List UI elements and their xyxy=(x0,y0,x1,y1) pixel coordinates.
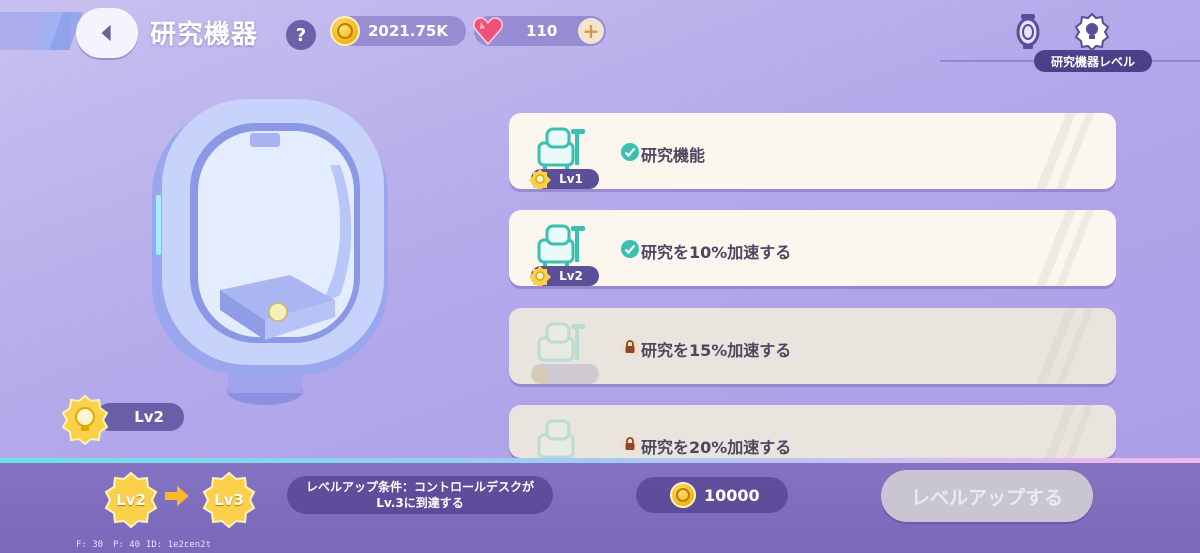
upgrade-text: 研究を10%加速する xyxy=(641,243,792,262)
card-stripe-deco xyxy=(1036,210,1094,286)
upgrade-card: Lv2 研究を10%加速する xyxy=(509,210,1116,286)
bulb-gear-icon xyxy=(529,364,551,384)
research-chair-icon xyxy=(537,224,585,270)
add-gems-button[interactable]: + xyxy=(578,18,604,44)
help-button[interactable]: ? xyxy=(286,20,316,50)
header-stripe-deco xyxy=(0,12,83,50)
debug-fps: F: 30 xyxy=(76,540,104,550)
lightbulb-icon xyxy=(61,395,109,445)
check-icon xyxy=(621,240,639,258)
gem-amount: 110 xyxy=(526,22,558,40)
upgrade-card-locked: 研究を20%加速する xyxy=(509,405,1116,458)
bulb-gear-icon xyxy=(529,169,551,189)
card-stripe-deco xyxy=(1036,113,1094,189)
cost-amount: 10000 xyxy=(704,485,760,505)
next-level-label: Lv3 xyxy=(214,491,244,509)
research-level-gear-icon[interactable] xyxy=(1074,12,1110,50)
upgrade-text: 研究を20%加速する xyxy=(641,438,792,457)
coin-icon xyxy=(330,16,360,46)
machine-level-badge: Lv2 xyxy=(60,395,184,445)
gem-balance: 110 + xyxy=(473,16,606,46)
upgrade-card-locked: 研究を15%加速する xyxy=(509,308,1116,384)
research-machine-image xyxy=(152,99,388,405)
levelup-condition: レベルアップ条件：コントロールデスクが Lv.3に到達する xyxy=(287,476,553,514)
arrow-right-icon xyxy=(165,486,189,506)
upgrade-card: Lv1 研究機能 xyxy=(509,113,1116,189)
upgrade-text: 研究機能 xyxy=(641,146,706,165)
back-arrow-icon xyxy=(101,24,111,42)
condition-line-2: Lv.3に到達する xyxy=(376,496,464,510)
research-chair-icon xyxy=(537,322,585,362)
condition-line-1: レベルアップ条件：コントロールデスクが xyxy=(305,480,534,494)
research-chair-icon xyxy=(537,127,585,173)
debug-id: ID: 1e2cen2t xyxy=(146,540,212,550)
debug-ping: P: 40 xyxy=(113,540,141,550)
levelup-button[interactable]: レベルアップする xyxy=(881,470,1093,522)
device-icon[interactable] xyxy=(1010,12,1046,50)
next-level-badge: Lv3 xyxy=(201,471,257,529)
lock-icon xyxy=(621,338,639,356)
current-level-badge: Lv2 xyxy=(103,471,159,529)
current-level-label: Lv2 xyxy=(116,491,146,509)
card-stripe-deco xyxy=(1045,405,1094,458)
bottom-bar-edge xyxy=(0,458,1200,463)
page-title: 研究機器 xyxy=(150,20,259,50)
research-chair-icon xyxy=(537,419,575,458)
coin-icon xyxy=(670,482,696,508)
coin-balance: 2021.75K xyxy=(330,16,466,46)
card-stripe-deco xyxy=(1036,308,1094,384)
heart-gem-icon xyxy=(473,17,503,46)
bulb-gear-icon xyxy=(529,266,551,286)
back-button[interactable] xyxy=(76,8,138,58)
lock-icon xyxy=(621,435,639,453)
upgrade-text: 研究を15%加速する xyxy=(641,341,792,360)
levelup-cost: 10000 xyxy=(636,477,788,513)
research-level-tab[interactable]: 研究機器レベル xyxy=(1034,50,1152,72)
check-icon xyxy=(621,143,639,161)
coin-amount: 2021.75K xyxy=(368,22,448,40)
